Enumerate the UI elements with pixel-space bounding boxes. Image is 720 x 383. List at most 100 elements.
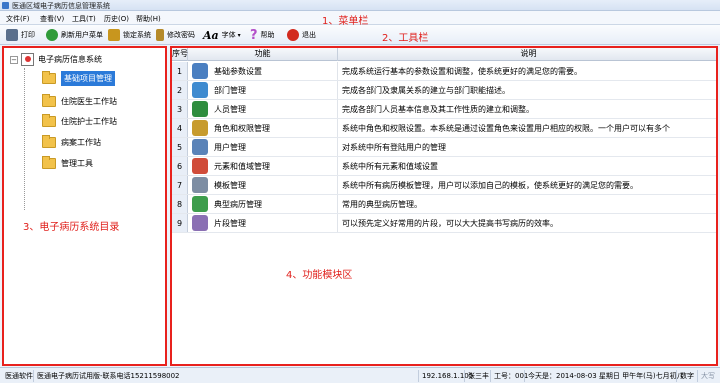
tree-item-label: 住院护士工作站 <box>61 117 117 126</box>
module-icon <box>192 139 208 155</box>
module-icon <box>192 215 208 231</box>
description-cell: 可以预先定义好常用的片段，可以大大提高书写病历的效率。 <box>342 219 558 228</box>
chevron-down-icon: ▾ <box>237 31 241 39</box>
function-cell[interactable]: 人员管理 <box>188 100 338 118</box>
tree-root-label: 电子病历信息系统 <box>38 55 102 64</box>
status-user: 张三丰 <box>464 370 489 382</box>
change-password-button[interactable]: 修改密码 <box>156 28 195 42</box>
tree-item-nurse-station[interactable]: 住院护士工作站 <box>42 114 117 127</box>
description-cell: 系统中角色和权限设置。本系统是通过设置角色来设置用户相应的权限。一个用户可以有多… <box>342 124 670 133</box>
print-button[interactable]: 打印 <box>6 28 35 42</box>
module-icon <box>192 196 208 212</box>
function-cell[interactable]: 角色和权限管理 <box>188 119 338 137</box>
module-icon <box>192 101 208 117</box>
row-number: 8 <box>172 195 188 213</box>
status-work-no: 工号：001 <box>490 370 528 382</box>
folder-icon <box>42 114 56 127</box>
row-number: 2 <box>172 81 188 99</box>
status-app: 医通软件 <box>5 372 33 380</box>
collapse-toggle-icon[interactable]: − <box>10 55 18 64</box>
function-cell[interactable]: 元素和值域管理 <box>188 157 338 175</box>
col-header-function[interactable]: 功能 <box>188 48 338 61</box>
tree-item-basic-project[interactable]: 基础项目管理 <box>42 71 115 86</box>
table-row[interactable]: 1 基础参数设置 完成系统运行基本的参数设置和调整，使系统更好的满足您的需要。 <box>172 62 716 81</box>
description-cell: 完成各部门人员基本信息及其工作性质的建立和调整。 <box>342 105 534 114</box>
status-capslock: 大写 <box>697 370 715 382</box>
tree-item-label: 住院医生工作站 <box>61 97 117 106</box>
directory-tree-panel: − 电子病历信息系统 基础项目管理 住院医生工作站 住院护士工作站 病案工作站 … <box>2 46 167 366</box>
power-icon <box>287 29 299 41</box>
tree-root[interactable]: − 电子病历信息系统 <box>10 53 102 66</box>
printer-icon <box>6 29 18 41</box>
status-numlock: 数字 <box>676 370 694 382</box>
function-label: 角色和权限管理 <box>214 123 270 133</box>
tree-item-label: 病案工作站 <box>61 138 101 147</box>
col-header-description[interactable]: 说明 <box>338 48 716 61</box>
menu-history[interactable]: 历史(O) <box>104 14 129 24</box>
function-label: 部门管理 <box>214 85 246 95</box>
toolbar-annotation: 2、工具栏 <box>382 33 429 44</box>
app-icon <box>2 2 9 9</box>
help-button[interactable]: ? 帮助 <box>250 28 275 43</box>
font-label: 字体 <box>221 31 236 39</box>
menu-bar: 文件(F) 查看(V) 工具(T) 历史(O) 帮助(H) 1、菜单栏 <box>0 11 720 27</box>
function-cell[interactable]: 部门管理 <box>188 81 338 99</box>
function-label: 片段管理 <box>214 218 246 228</box>
menu-help[interactable]: 帮助(H) <box>136 14 161 24</box>
function-cell[interactable]: 基础参数设置 <box>188 62 338 80</box>
status-product: 医通电子病历试用版-联系电话15211598002 <box>33 370 180 382</box>
function-cell[interactable]: 模板管理 <box>188 176 338 194</box>
row-number: 7 <box>172 176 188 194</box>
table-row[interactable]: 2 部门管理 完成各部门及隶属关系的建立与部门职能描述。 <box>172 81 716 100</box>
row-number: 6 <box>172 157 188 175</box>
title-bar: 医通区域电子病历信息管理系统 <box>0 0 720 11</box>
description-cell: 对系统中所有登陆用户的管理 <box>342 143 446 152</box>
module-icon <box>192 158 208 174</box>
change-password-label: 修改密码 <box>167 31 195 39</box>
exit-button[interactable]: 退出 <box>287 28 316 42</box>
function-label: 元素和值域管理 <box>214 161 270 171</box>
font-icon: Aa <box>203 28 219 42</box>
record-system-icon <box>21 53 34 66</box>
status-bar: 医通软件 医通电子病历试用版-联系电话15211598002 192.168.1… <box>0 367 720 383</box>
function-cell[interactable]: 片段管理 <box>188 214 338 232</box>
module-icon <box>192 82 208 98</box>
font-button[interactable]: Aa 字体 ▾ <box>203 28 241 42</box>
menu-file[interactable]: 文件(F) <box>6 14 30 24</box>
folder-icon <box>42 135 56 148</box>
tree-item-label: 管理工具 <box>61 159 93 168</box>
module-icon <box>192 177 208 193</box>
row-number: 9 <box>172 214 188 232</box>
lock-system-label: 锁定系统 <box>123 31 151 39</box>
tree-item-records-station[interactable]: 病案工作站 <box>42 135 101 148</box>
description-cell: 系统中所有元素和值域设置 <box>342 162 438 171</box>
tree-item-doctor-station[interactable]: 住院医生工作站 <box>42 94 117 107</box>
tree-item-label: 基础项目管理 <box>61 71 115 86</box>
table-row[interactable]: 5 用户管理 对系统中所有登陆用户的管理 <box>172 138 716 157</box>
refresh-icon <box>46 29 58 41</box>
table-row[interactable]: 4 角色和权限管理 系统中角色和权限设置。本系统是通过设置角色来设置用户相应的权限。… <box>172 119 716 138</box>
status-date: 今天是：2014-08-03 星期日 甲午年(马)七月初八 <box>524 370 684 382</box>
col-header-no[interactable]: 序号 <box>172 48 188 61</box>
refresh-menu-button[interactable]: 刷新用户菜单 <box>46 28 103 42</box>
table-row[interactable]: 6 元素和值域管理 系统中所有元素和值域设置 <box>172 157 716 176</box>
lock-system-button[interactable]: 锁定系统 <box>108 28 151 42</box>
row-number: 5 <box>172 138 188 156</box>
function-cell[interactable]: 用户管理 <box>188 138 338 156</box>
directory-annotation: 3、电子病历系统目录 <box>23 222 120 233</box>
function-cell[interactable]: 典型病历管理 <box>188 195 338 213</box>
function-label: 基础参数设置 <box>214 66 262 76</box>
menu-view[interactable]: 查看(V) <box>40 14 64 24</box>
function-label: 模板管理 <box>214 180 246 190</box>
table-row[interactable]: 3 人员管理 完成各部门人员基本信息及其工作性质的建立和调整。 <box>172 100 716 119</box>
folder-icon <box>42 71 56 84</box>
function-label: 典型病历管理 <box>214 199 262 209</box>
table-row[interactable]: 9 片段管理 可以预先定义好常用的片段，可以大大提高书写病历的效率。 <box>172 214 716 233</box>
key-icon <box>156 29 164 41</box>
exit-label: 退出 <box>302 31 316 39</box>
menu-tools[interactable]: 工具(T) <box>72 14 96 24</box>
table-row[interactable]: 7 模板管理 系统中所有病历模板管理，用户可以添加自己的模板，使系统更好的满足您的需… <box>172 176 716 195</box>
folder-icon <box>42 156 56 169</box>
tree-item-admin-tools[interactable]: 管理工具 <box>42 156 93 169</box>
table-row[interactable]: 8 典型病历管理 常用的典型病历管理。 <box>172 195 716 214</box>
